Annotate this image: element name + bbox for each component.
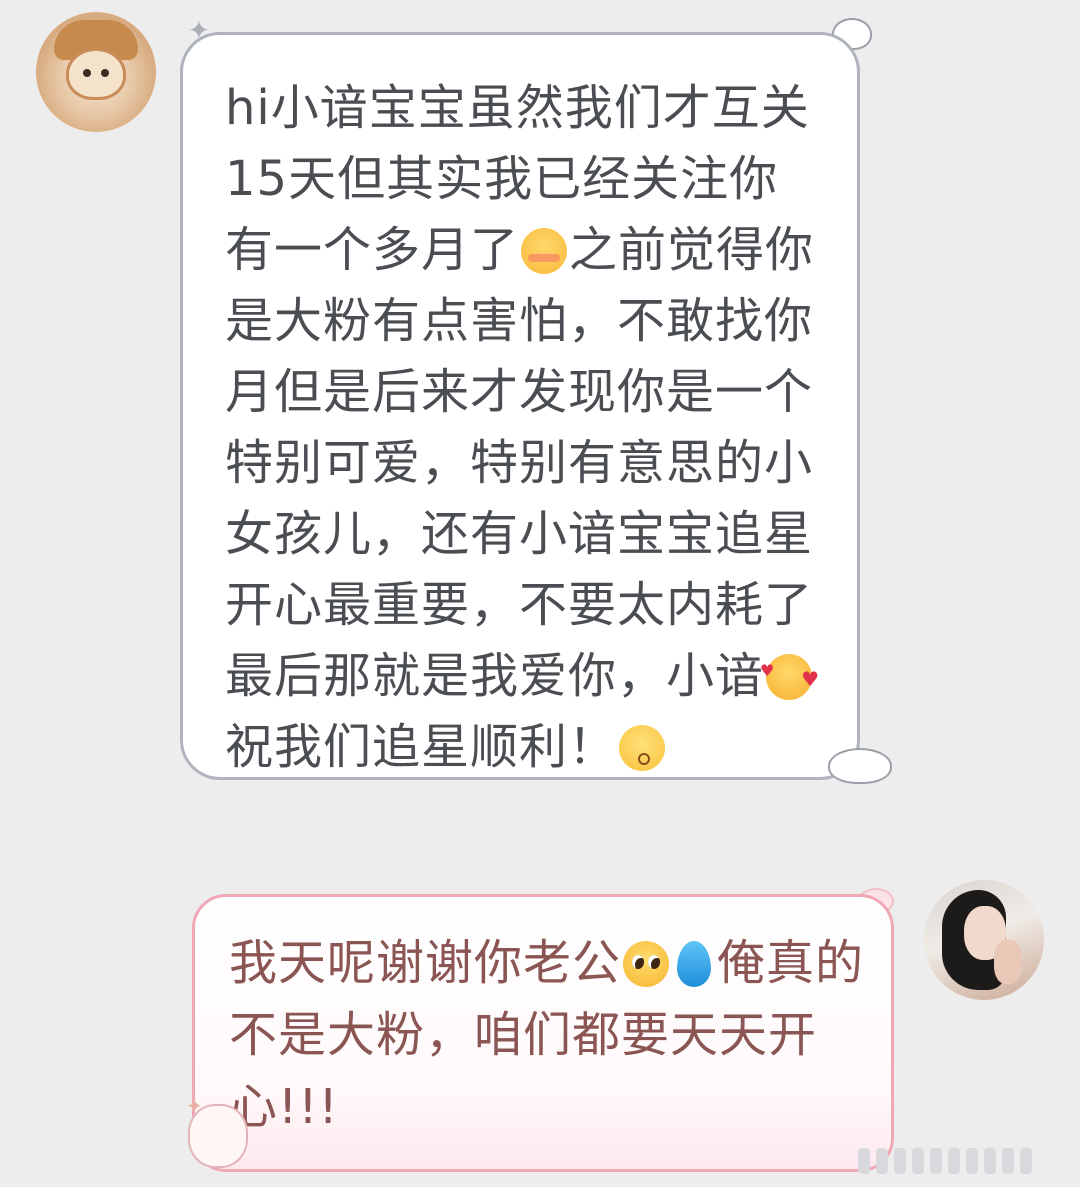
self-avatar[interactable] xyxy=(924,880,1044,1000)
message-text-segment: 之前觉得你是大粉有点害怕，不敢找你月但是后来才发现你是一个特别可爱，特别有意思的… xyxy=(225,222,815,704)
bar-decoration xyxy=(948,1148,960,1174)
ghost-cat-sticker-icon xyxy=(828,748,892,784)
bar-decoration xyxy=(966,1148,978,1174)
bar-decoration xyxy=(984,1148,996,1174)
received-message-bubble[interactable]: hi小谙宝宝虽然我们才互关15天但其实我已经关注你有一个多月了 之前觉得你是大粉有… xyxy=(180,32,860,780)
sent-message-bubble[interactable]: 我天呢谢谢你老公 俺真的不是大粉，咱们都要天天开心!!! xyxy=(192,894,894,1172)
chat-thread: ✦ hi小谙宝宝虽然我们才互关15天但其实我已经关注你有一个多月了 之前觉得你是大… xyxy=(0,0,1080,1187)
bar-decoration xyxy=(1002,1148,1014,1174)
decorative-bars xyxy=(858,1148,1070,1178)
pleading-face-emoji-icon xyxy=(623,941,670,987)
bar-decoration xyxy=(858,1148,870,1174)
sender-avatar[interactable] xyxy=(36,12,156,132)
avatar-hand xyxy=(994,940,1022,984)
kissing-face-emoji-icon xyxy=(619,725,666,771)
bar-decoration xyxy=(894,1148,906,1174)
smiling-face-with-hearts-emoji-icon xyxy=(760,635,820,715)
bar-decoration xyxy=(912,1148,924,1174)
droplet-emoji-icon xyxy=(677,941,712,987)
message-text-segment: 祝我们追星顺利！ xyxy=(225,719,618,775)
bar-decoration xyxy=(930,1148,942,1174)
avatar-face xyxy=(66,48,126,100)
sent-message-text: 我天呢谢谢你老公 俺真的不是大粉，咱们都要天天开心!!! xyxy=(229,927,869,1143)
bunny-sticker-icon xyxy=(188,1104,248,1168)
bar-decoration xyxy=(876,1148,888,1174)
blushing-face-emoji-icon xyxy=(521,228,568,274)
bar-decoration xyxy=(1020,1148,1032,1174)
message-text-segment: 我天呢谢谢你老公 xyxy=(229,935,622,991)
received-message-text: hi小谙宝宝虽然我们才互关15天但其实我已经关注你有一个多月了 之前觉得你是大粉有… xyxy=(225,73,825,783)
